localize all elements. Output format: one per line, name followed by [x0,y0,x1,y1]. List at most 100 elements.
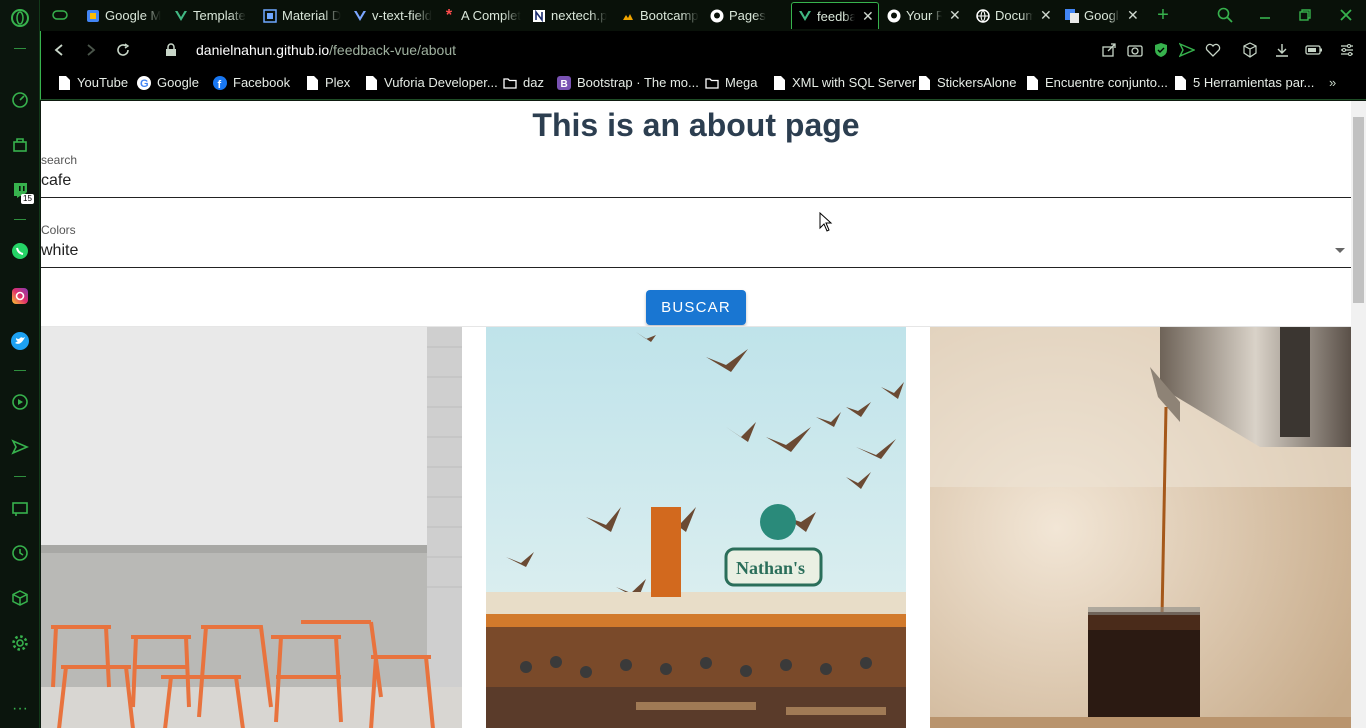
tab-v-text-field[interactable]: v-text-field [347,2,435,29]
page-icon [57,75,71,90]
colors-selected-value[interactable]: white [41,242,78,260]
bookmark-plex[interactable]: Plex [305,75,350,90]
tab-documentation[interactable]: Docum ✕ [970,2,1054,29]
bookmark-bootstrap[interactable]: B Bootstrap · The mo... [557,75,699,90]
camera-icon[interactable] [1125,40,1145,60]
extensions-cube-icon[interactable] [1240,40,1260,60]
sidebar-divider [14,48,26,49]
svg-text:Nathan's: Nathan's [736,558,805,578]
material-icon [263,8,277,23]
scrollbar-thumb[interactable] [1353,117,1364,303]
folder-icon [705,76,719,90]
restore-icon[interactable] [1295,5,1315,25]
opera-logo-icon[interactable] [8,6,32,30]
instagram-icon[interactable] [8,284,32,308]
asterisk-icon: * [445,6,453,24]
lock-icon[interactable] [161,40,181,60]
folder-icon [503,76,517,90]
page-icon [1173,75,1187,90]
download-icon[interactable] [1272,40,1292,60]
github-icon [887,9,901,23]
forward-arrow-icon[interactable] [81,40,101,60]
share-icon[interactable] [1099,40,1119,60]
battery-icon[interactable] [1304,40,1324,60]
shield-icon[interactable] [1151,40,1171,60]
result-image-chairs[interactable] [41,327,462,728]
url-field[interactable]: danielnahun.github.io/feedback-vue/about [196,42,456,58]
new-tab-plus-icon[interactable]: + [1153,4,1173,26]
more-dots-icon[interactable]: ··· [8,697,32,721]
gamepad-icon[interactable] [50,5,70,25]
bookmarks-overflow-chevron-icon[interactable]: » [1329,75,1336,90]
bootstrap-icon: B [557,75,571,90]
bookmark-5-herramientas[interactable]: 5 Herramientas par... [1173,75,1314,90]
bookmark-encuentre[interactable]: Encuentre conjunto... [1025,75,1168,90]
close-tab-icon[interactable]: ✕ [862,8,874,25]
gx-control-icon[interactable] [8,88,32,112]
twitter-icon[interactable] [8,329,32,353]
player-icon[interactable] [8,390,32,414]
close-tab-icon[interactable]: ✕ [949,7,961,24]
result-image-nathans[interactable]: Nathan's [486,327,906,728]
page-scrollbar[interactable] [1351,101,1366,728]
tab-pages[interactable]: Pages [704,2,792,29]
page-icon [305,75,319,90]
heart-icon[interactable] [1203,40,1223,60]
tabs-icon[interactable] [8,496,32,520]
bookmark-facebook[interactable]: f Facebook [213,75,290,90]
search-field[interactable]: search cafe [41,151,1351,198]
bookmark-vuforia[interactable]: Vuforia Developer... [364,75,498,90]
close-tab-icon[interactable]: ✕ [1127,7,1139,24]
bookmark-google[interactable]: G Google [137,75,199,90]
minimize-icon[interactable] [1255,5,1275,25]
colors-select[interactable]: Colors white [41,221,1351,268]
tab-google-maps[interactable]: Google M [80,2,166,29]
chevron-down-icon[interactable] [1335,248,1345,253]
bookmark-stickersalone[interactable]: StickersAlone [917,75,1016,90]
bookmark-youtube[interactable]: YouTube [57,75,128,90]
result-image-coffee[interactable] [930,327,1351,728]
bookmark-folder-mega[interactable]: Mega [705,75,758,90]
tab-your-repositories[interactable]: Your R ✕ [881,2,965,29]
github-icon [710,9,724,23]
vue-icon [798,9,812,23]
twitch-badge: 15 [21,194,34,204]
extensions-cube-icon[interactable] [8,586,32,610]
tab-bootcamp[interactable]: Bootcamp [615,2,703,29]
close-tab-icon[interactable]: ✕ [1040,7,1052,24]
search-input[interactable]: cafe [41,172,71,190]
flow-send-icon[interactable] [1177,40,1197,60]
bookmark-folder-daz[interactable]: daz [503,75,544,90]
bookmark-xml-sql[interactable]: XML with SQL Server [772,75,916,90]
tab-template[interactable]: Template [168,2,256,29]
tab-google-translate[interactable]: Google ✕ [1059,2,1143,29]
browser-sidebar: 15 ··· [0,0,40,728]
web-page: This is an about page search cafe Colors… [41,101,1351,728]
back-arrow-icon[interactable] [49,40,69,60]
page-icon [364,75,378,90]
search-tabs-icon[interactable] [1215,5,1235,25]
gx-corner-icon[interactable] [8,133,32,157]
search-label: search [41,153,78,167]
settings-gear-icon[interactable] [8,631,32,655]
nextech-icon [532,9,546,23]
whatsapp-icon[interactable] [8,239,32,263]
history-icon[interactable] [8,541,32,565]
mouse-cursor-icon [819,211,833,237]
reload-icon[interactable] [113,40,133,60]
tab-feedback-active[interactable]: feedba ✕ [791,2,879,29]
tab-nextech[interactable]: nextech.p [526,2,614,29]
send-icon[interactable] [8,435,32,459]
browser-window: 15 ··· Google M Template Material D v-te… [0,0,1366,728]
tab-material-design[interactable]: Material D [257,2,345,29]
page-icon [772,75,786,90]
vue-icon [174,9,188,23]
google-drive-icon [86,9,100,23]
svg-text:f: f [218,79,222,90]
search-button[interactable]: BUSCAR [646,290,746,325]
easy-setup-menu-icon[interactable] [1337,40,1357,60]
close-window-icon[interactable] [1336,5,1356,25]
sidebar-divider [14,219,26,220]
vuetify-icon [353,9,367,23]
tab-a-complete[interactable]: * A Complet [436,2,524,29]
